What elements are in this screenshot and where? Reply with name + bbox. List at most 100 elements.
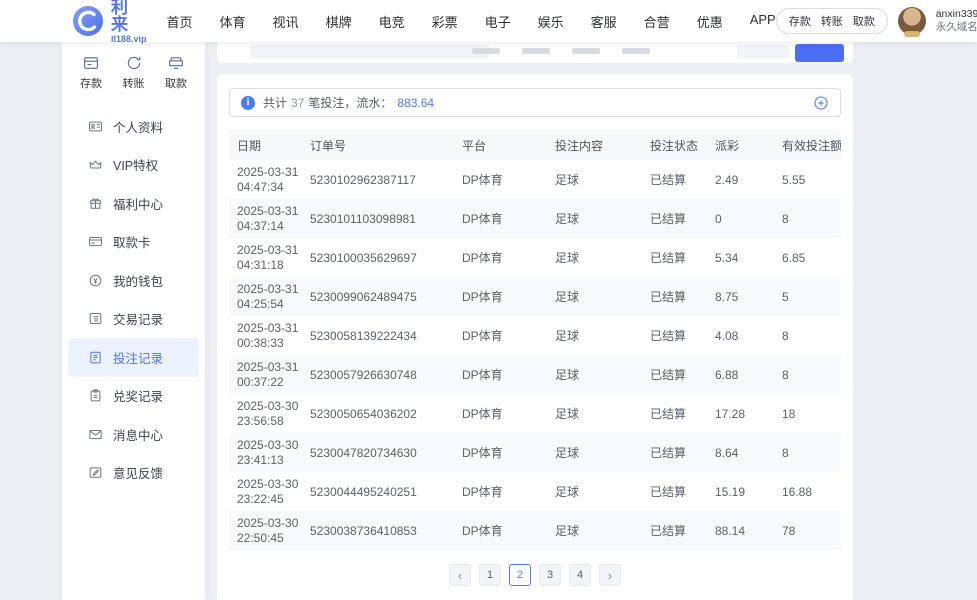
prev-page-button[interactable]: ‹ — [449, 564, 471, 586]
filter-option-stub[interactable] — [522, 48, 550, 54]
cell-valid: 8 — [782, 445, 789, 460]
nav-item-slots[interactable]: 电子 — [485, 12, 511, 31]
cell-content: 足球 — [555, 485, 580, 499]
cell-valid: 16.88 — [782, 484, 813, 499]
table-row: 2025-03-31 04:25:54 5230099062489475 DP体育… — [229, 277, 841, 316]
cell-status: 已结算 — [650, 290, 687, 304]
sidebar-quick-actions: 存款 转账 取款 — [62, 42, 205, 99]
table-row: 2025-03-30 23:22:45 5230044495240251 DP体育… — [229, 472, 841, 511]
nav-item-sports[interactable]: 体育 — [220, 12, 246, 31]
user-info: anxin3399 总资产：1363.49元 永久域名： ll188.vip |… — [936, 8, 977, 34]
sidebar-item-profile[interactable]: 个人资料 — [62, 107, 205, 146]
nav-item-board-games[interactable]: 棋牌 — [326, 12, 352, 31]
next-page-button[interactable]: › — [599, 564, 621, 586]
cell-status: 已结算 — [650, 485, 687, 499]
col-platform: 平台 — [462, 138, 487, 153]
sidebar-item-messages[interactable]: 消息中心 — [62, 415, 205, 454]
nav-item-partner[interactable]: 合营 — [644, 12, 670, 31]
sidebar-item-welfare[interactable]: 福利中心 — [62, 184, 205, 223]
nav-item-esports[interactable]: 电竞 — [379, 12, 405, 31]
nav-item-promotions[interactable]: 优惠 — [697, 12, 723, 31]
records-panel: i 共计 37 笔投注，流水： 883.64 日期 订单号 平台 投注内容 投注… — [217, 74, 853, 600]
id-card-icon — [88, 119, 103, 134]
page-3-button[interactable]: 3 — [539, 564, 561, 586]
cell-content: 足球 — [555, 329, 580, 343]
page-1-button[interactable]: 1 — [479, 564, 501, 586]
sidebar-item-bet-records[interactable]: 投注记录 — [68, 338, 199, 377]
table-row: 2025-03-31 04:37:14 5230101103098981 DP体育… — [229, 199, 841, 238]
cell-content: 足球 — [555, 212, 580, 226]
pill-withdraw-button[interactable]: 取款 — [853, 13, 875, 29]
cell-date: 2025-03-31 00:37:22 — [237, 359, 299, 389]
col-order: 订单号 — [310, 138, 347, 153]
cell-platform: DP体育 — [462, 485, 503, 499]
cell-platform: DP体育 — [462, 251, 503, 265]
cell-date: 2025-03-31 04:25:54 — [237, 281, 299, 311]
cell-valid: 8 — [782, 367, 789, 382]
page-4-button[interactable]: 4 — [569, 564, 591, 586]
sidebar-item-feedback[interactable]: 意见反馈 — [62, 454, 205, 493]
cell-order: 5230050654036202 — [310, 406, 417, 421]
avatar[interactable] — [897, 7, 926, 37]
cell-payout: 15.19 — [715, 484, 746, 499]
table-row: 2025-03-30 23:56:58 5230050654036202 DP体育… — [229, 394, 841, 433]
bank-card-icon — [88, 234, 103, 249]
cell-date: 2025-03-30 22:50:45 — [237, 515, 299, 545]
pill-transfer-button[interactable]: 转账 — [821, 13, 843, 29]
cell-payout: 6.88 — [715, 367, 739, 382]
table-header: 日期 订单号 平台 投注内容 投注状态 派彩 有效投注额 — [229, 130, 841, 160]
filter-select[interactable] — [737, 45, 789, 59]
username: anxin3399 — [935, 8, 977, 20]
filter-option-stub[interactable] — [472, 48, 500, 54]
transactions-icon — [88, 311, 103, 326]
nav-item-app[interactable]: APP — [750, 12, 776, 31]
cell-order: 5230058139222434 — [310, 328, 417, 343]
domain-label: 永久域名： — [935, 21, 977, 33]
cell-platform: DP体育 — [462, 446, 503, 460]
sidebar-item-transactions[interactable]: 交易记录 — [62, 300, 205, 339]
filter-option-stub[interactable] — [572, 48, 600, 54]
cell-order: 5230047820734630 — [310, 445, 417, 460]
nav-item-live-casino[interactable]: 视讯 — [273, 12, 299, 31]
cell-platform: DP体育 — [462, 173, 503, 187]
cell-order: 5230038736410853 — [310, 523, 417, 538]
logo[interactable]: 利 来 ll188.vip — [72, 0, 147, 44]
page-2-button[interactable]: 2 — [509, 564, 531, 586]
cell-content: 足球 — [555, 290, 580, 304]
screen: 利 来 ll188.vip 首页 体育 视讯 棋牌 电竞 彩票 电子 娱乐 客服… — [0, 0, 977, 600]
filter-option-stub[interactable] — [622, 48, 650, 54]
col-date: 日期 — [237, 138, 262, 153]
sidebar-item-prize-records[interactable]: 兑奖记录 — [62, 377, 205, 416]
cell-status: 已结算 — [650, 524, 687, 538]
pill-deposit-button[interactable]: 存款 — [789, 13, 811, 29]
nav-item-service[interactable]: 客服 — [591, 12, 617, 31]
search-button[interactable] — [795, 44, 844, 62]
nav-item-entertainment[interactable]: 娱乐 — [538, 12, 564, 31]
nav-item-home[interactable]: 首页 — [167, 12, 193, 31]
cell-status: 已结算 — [650, 446, 687, 460]
sidebar: 存款 转账 取款 个人资料 VIP特权 福利中心 取款卡 我的钱包 交易记录 投… — [62, 42, 205, 600]
quick-action-withdraw[interactable]: 取款 — [165, 54, 187, 91]
cell-platform: DP体育 — [462, 290, 503, 304]
nav-item-lottery[interactable]: 彩票 — [432, 12, 458, 31]
summary-flow: 883.64 — [397, 95, 435, 110]
filter-bar — [217, 42, 853, 63]
cell-content: 足球 — [555, 251, 580, 265]
cell-status: 已结算 — [650, 368, 687, 382]
cell-valid: 5.55 — [782, 172, 806, 187]
quick-action-deposit[interactable]: 存款 — [80, 54, 102, 91]
logo-title: 利 来 — [111, 0, 133, 34]
quick-action-transfer[interactable]: 转账 — [123, 54, 145, 91]
bet-records-icon — [88, 350, 103, 365]
cell-payout: 8.64 — [715, 445, 739, 460]
cell-content: 足球 — [555, 446, 580, 460]
sidebar-item-withdraw-card[interactable]: 取款卡 — [62, 223, 205, 262]
cell-payout: 2.49 — [715, 172, 739, 187]
date-range-input[interactable] — [250, 45, 490, 59]
sidebar-item-vip[interactable]: VIP特权 — [62, 146, 205, 185]
col-content: 投注内容 — [555, 138, 604, 153]
message-icon — [88, 427, 103, 442]
cell-date: 2025-03-31 04:37:14 — [237, 203, 299, 233]
sidebar-item-wallet[interactable]: 我的钱包 — [62, 261, 205, 300]
expand-plus-icon[interactable] — [813, 95, 829, 111]
